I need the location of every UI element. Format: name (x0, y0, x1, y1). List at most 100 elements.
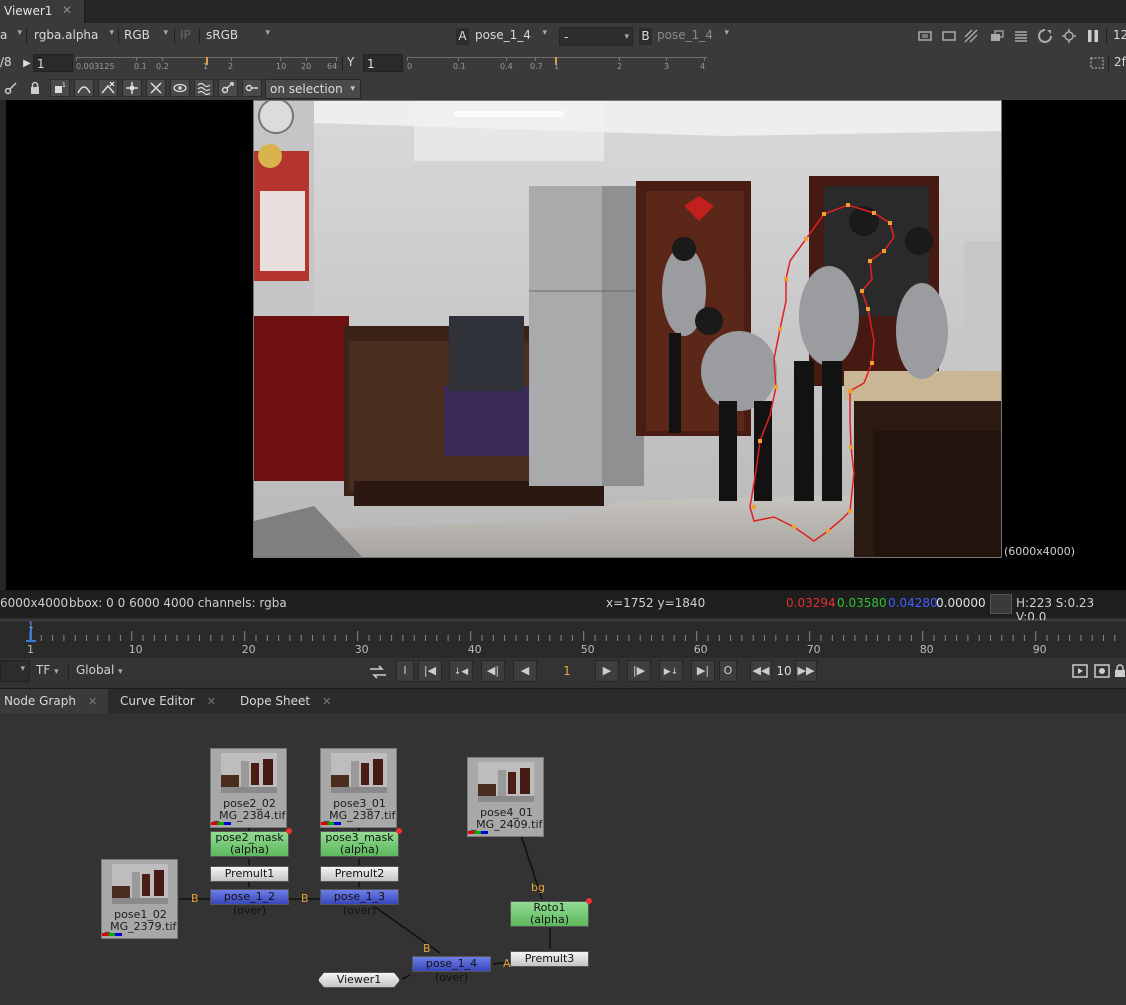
gamma-slider-track (407, 57, 707, 58)
chevron-down-icon: ▾ (118, 667, 123, 677)
transform-tool-icon[interactable] (4, 81, 18, 95)
first-frame-button[interactable]: |◀ (418, 660, 442, 682)
play-forward-button[interactable]: ▶ (595, 660, 619, 682)
tab-close-icon[interactable]: ✕ (207, 695, 216, 708)
overlay-icon[interactable] (942, 29, 956, 43)
merge-node-pose-1-3[interactable]: pose_1_3 (over) (320, 889, 399, 917)
selection-mode-dropdown[interactable]: on selection ▾ (265, 79, 361, 99)
prev-keyframe-button[interactable]: ↓◀ (449, 660, 473, 682)
roto-node-roto1[interactable]: Roto1 (alpha) (510, 898, 592, 927)
zoom-value[interactable]: 12 (1113, 28, 1126, 45)
gain-input[interactable]: 1 (33, 54, 73, 72)
read-node-pose4[interactable]: pose4_01 _MG_2409.tif (467, 757, 544, 837)
input-pin-b: B (191, 892, 199, 905)
viewer-node[interactable]: Viewer1 (318, 972, 400, 988)
timeline-tick-label: 30 (355, 643, 369, 656)
tab-close-icon[interactable]: ✕ (88, 695, 97, 708)
record-icon[interactable] (1094, 664, 1110, 678)
tab-close-icon[interactable]: ✕ (322, 695, 331, 708)
monitor-icon[interactable] (990, 29, 1004, 43)
tab-viewer1[interactable]: Viewer1 ✕ (0, 0, 85, 23)
divider (1108, 55, 1109, 71)
tab-close-icon[interactable]: ✕ (62, 3, 72, 17)
prev-frame-button[interactable]: ◀| (481, 660, 505, 682)
out-point-button[interactable]: O (719, 660, 737, 682)
clip-warning-icon[interactable] (1014, 29, 1028, 43)
cusp-button[interactable] (98, 79, 118, 97)
global-dropdown[interactable]: Global ▾ (76, 663, 123, 677)
merge-node-pose-1-2[interactable]: pose_1_2 (over) (210, 889, 289, 917)
pause-icon[interactable] (1086, 29, 1100, 43)
info-bbox: bbox: 0 0 6000 4000 channels: rgba (69, 596, 287, 610)
channel-indicator (321, 822, 341, 825)
ripple-button[interactable] (242, 79, 262, 97)
lut-dropdown[interactable]: sRGB ▾ (206, 28, 272, 45)
current-frame-field[interactable]: 1 (546, 661, 588, 681)
skip-increment-field[interactable]: 10 (773, 661, 795, 681)
merge-node-pose-1-4[interactable]: pose_1_4 (over) (412, 956, 491, 984)
read-node-pose2[interactable]: pose2_02 _MG_2384.tif (210, 748, 287, 828)
layer-dropdown[interactable]: a ▾ (0, 28, 24, 45)
timeline-tick-label: 70 (807, 643, 821, 656)
wipe-icon[interactable] (964, 29, 978, 43)
premult-node-2[interactable]: Premult2 (320, 866, 399, 882)
visibility-button[interactable] (170, 79, 190, 97)
proxy-label[interactable]: /8 (0, 55, 18, 72)
skip-back-button[interactable]: ◀◀ (750, 660, 772, 682)
play-backward-button[interactable]: ◀ (513, 660, 537, 682)
add-point-button[interactable] (122, 79, 142, 97)
selection-mode-value: on selection (270, 82, 343, 96)
tab-node-graph[interactable]: Node Graph ✕ (0, 689, 108, 714)
link-button[interactable] (218, 79, 238, 97)
in-point-button[interactable]: I (396, 660, 414, 682)
input-pin-b: B (423, 942, 431, 955)
gpu-icon[interactable] (1062, 29, 1076, 43)
loop-icon[interactable] (368, 664, 388, 680)
roi-icon[interactable] (918, 29, 932, 43)
motion-blur-button[interactable] (194, 79, 214, 97)
roto-node-pose3-mask[interactable]: pose3_mask (alpha) (320, 828, 402, 857)
frame-range-dropdown[interactable]: ▾ (0, 660, 30, 682)
node-graph-canvas[interactable]: pose2_02 _MG_2384.tif pose3_01 _MG_2387.… (0, 713, 1126, 1005)
compare-mode-dropdown[interactable]: - ▾ (559, 27, 633, 46)
eye-icon (173, 83, 187, 93)
panel-tab-bar: Node Graph ✕ Curve Editor ✕ Dope Sheet ✕ (0, 688, 1126, 714)
read-node-pose1[interactable]: pose1_02 _MG_2379.tif (101, 859, 178, 939)
timeline-ruler[interactable]: 1 10 20 30 40 50 60 70 80 90 1 (0, 620, 1126, 659)
b-input-dropdown[interactable]: pose_1_4 ▾ (657, 28, 731, 45)
feather-button[interactable]: 1 (50, 79, 70, 97)
read-node-pose3[interactable]: pose3_01 _MG_2387.tif (320, 748, 397, 828)
next-frame-button[interactable]: |▶ (627, 660, 651, 682)
next-keyframe-button[interactable]: ▶↓ (659, 660, 683, 682)
tab-curve-editor[interactable]: Curve Editor ✕ (120, 689, 216, 714)
channel-dropdown[interactable]: rgba.alpha ▾ (34, 28, 116, 45)
lock-range-icon[interactable] (1114, 664, 1126, 678)
chevron-down-icon: ▾ (724, 28, 729, 38)
smooth-button[interactable] (74, 79, 94, 97)
lock-icon[interactable] (28, 81, 42, 95)
tick (231, 57, 232, 61)
gamma-tick-label: 1 (554, 62, 560, 71)
gamma-slider[interactable]: 0 0.1 0.4 0.7 1 2 3 4 (407, 55, 707, 71)
premult-node-1[interactable]: Premult1 (210, 866, 289, 882)
a-input-dropdown[interactable]: pose_1_4 ▾ (475, 28, 549, 45)
roto-node-pose2-mask[interactable]: pose2_mask (alpha) (210, 828, 292, 857)
viewer-image[interactable] (253, 100, 1002, 558)
play-small-icon[interactable]: ▶ (22, 55, 32, 72)
remove-point-button[interactable] (146, 79, 166, 97)
ip-button[interactable]: IP (180, 28, 196, 45)
skip-forward-button[interactable]: ▶▶ (795, 660, 817, 682)
selection-box-icon[interactable] (1090, 56, 1104, 70)
tf-dropdown[interactable]: TF ▾ (36, 663, 59, 677)
view-2d-label[interactable]: 2f (1114, 55, 1126, 72)
display-channel-dropdown[interactable]: RGB ▾ (124, 28, 170, 45)
refresh-icon[interactable] (1038, 29, 1052, 43)
last-frame-button[interactable]: ▶| (691, 660, 715, 682)
tick (162, 57, 163, 61)
gain-slider[interactable]: 0.0 03125 0.1 0.2 1 2 10 20 64 (76, 55, 338, 71)
tab-dope-sheet[interactable]: Dope Sheet ✕ (240, 689, 331, 714)
flipbook-icon[interactable] (1072, 664, 1088, 678)
gamma-input[interactable]: 1 (363, 54, 403, 72)
global-value: Global (76, 663, 115, 677)
premult-node-3[interactable]: Premult3 (510, 951, 589, 967)
